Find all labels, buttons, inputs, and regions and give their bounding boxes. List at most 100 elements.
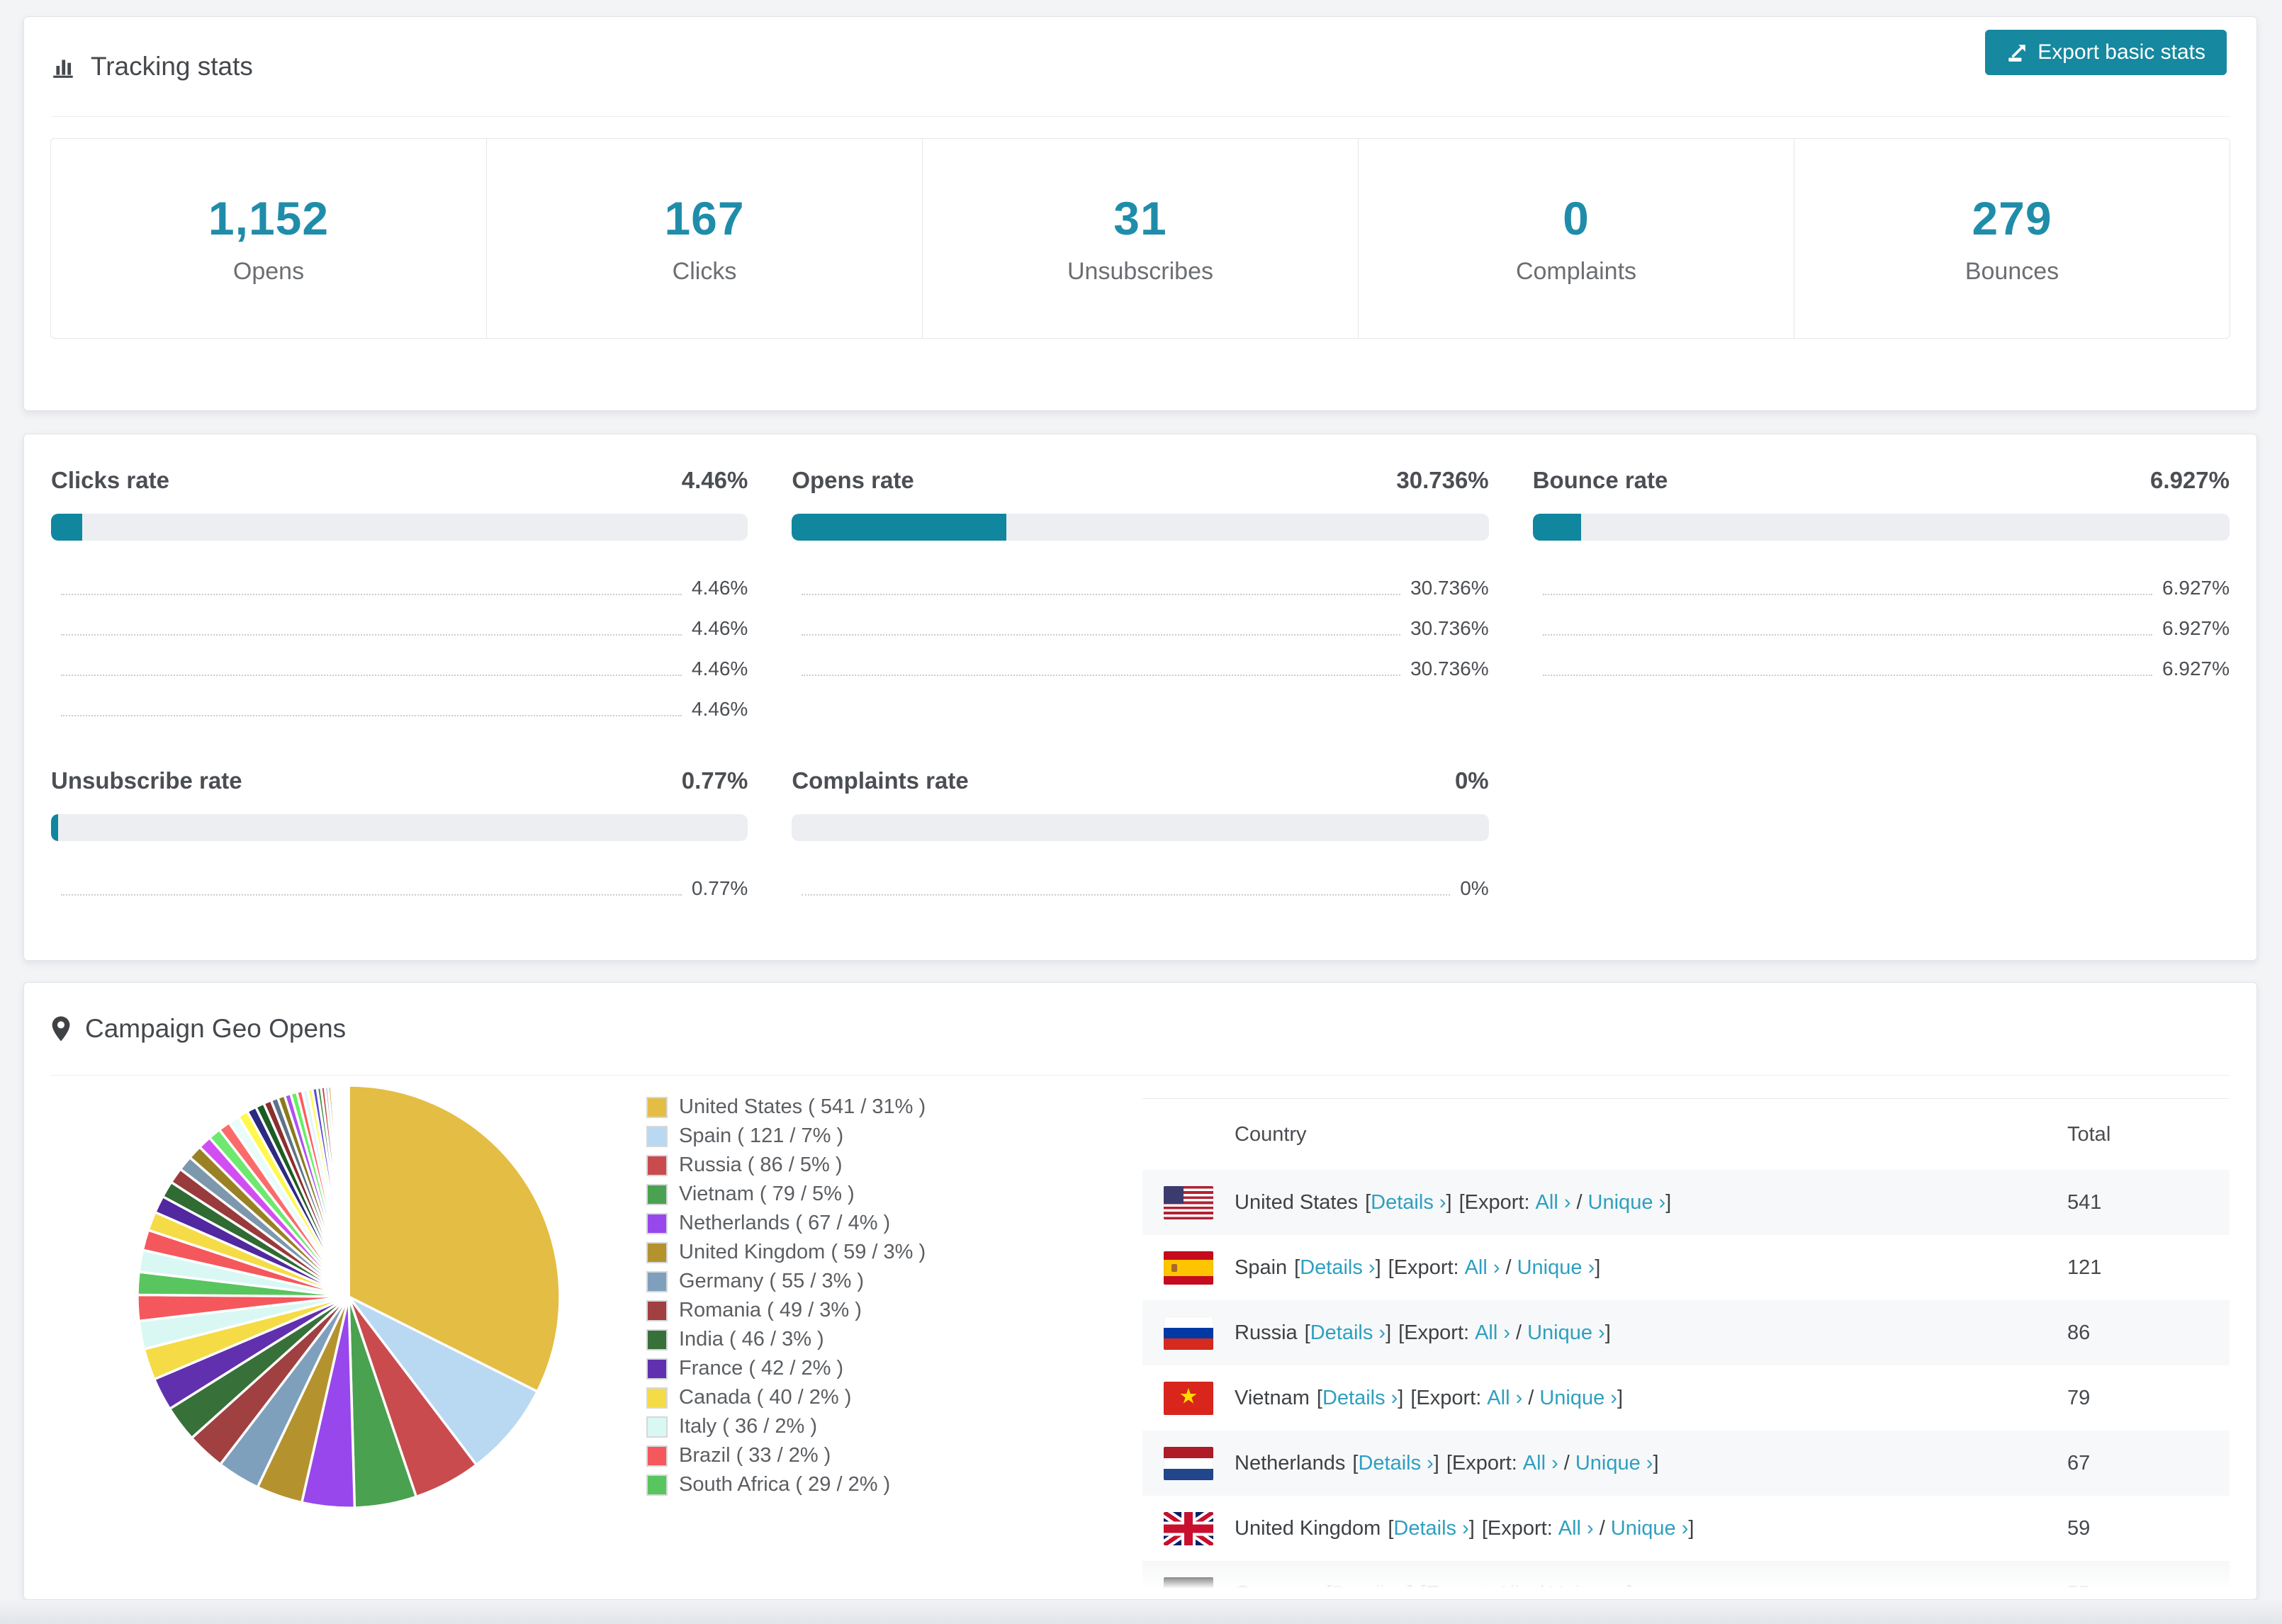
legend-item: Canada ( 40 / 2% ) xyxy=(646,1383,1142,1412)
legend-swatch xyxy=(646,1445,668,1467)
export-all-link[interactable]: All › xyxy=(1523,1452,1558,1475)
progress-bar xyxy=(51,814,748,841)
export-all-link[interactable]: All › xyxy=(1487,1387,1522,1410)
rate-title: Complaints rate xyxy=(792,767,969,794)
table-row: Spain [Details ›] [Export: All › / Unique ›… xyxy=(1142,1235,2230,1300)
rates-grid: Clicks rate 4.46% 4.46% 4.46% 4.46% 4.46… xyxy=(24,434,2256,908)
details-link[interactable]: Details › xyxy=(1310,1321,1386,1345)
dotted-leader xyxy=(61,593,682,595)
legend-swatch xyxy=(646,1387,668,1409)
stat-label: Bounces xyxy=(1965,258,2059,285)
legend-swatch xyxy=(646,1416,668,1438)
details-link[interactable]: Details › xyxy=(1393,1517,1468,1540)
tracking-stats-title: Tracking stats xyxy=(91,52,253,81)
legend-swatch xyxy=(646,1299,668,1321)
legend-item: Vietnam ( 79 / 5% ) xyxy=(646,1180,1142,1209)
legend-label: Brazil ( 33 / 2% ) xyxy=(679,1444,831,1467)
legend-item: France ( 42 / 2% ) xyxy=(646,1354,1142,1383)
rate-value: 0% xyxy=(1454,767,1489,794)
stat-card: 279 Bounces xyxy=(1794,139,2230,338)
export-unique-link[interactable]: Unique › xyxy=(1539,1387,1617,1410)
export-all-link[interactable]: All › xyxy=(1465,1256,1500,1280)
total-cell: 79 xyxy=(2067,1386,2091,1409)
geo-pie-chart[interactable] xyxy=(130,1078,567,1515)
rate-panel: Unsubscribe rate 0.77% 0.77% xyxy=(51,767,748,908)
export-all-link[interactable]: All › xyxy=(1558,1517,1594,1540)
progress-bar xyxy=(1532,514,2230,541)
geo-table: Country Total United States [Details ›] … xyxy=(1142,1098,2230,1600)
stat-value: 167 xyxy=(664,192,745,244)
export-unique-link[interactable]: Unique › xyxy=(1517,1256,1595,1280)
dotted-leader xyxy=(802,633,1401,636)
stat-value: 1,152 xyxy=(208,192,330,244)
legend-label: Russia ( 86 / 5% ) xyxy=(679,1154,843,1176)
progress-fill xyxy=(792,514,1006,541)
legend-swatch xyxy=(646,1270,668,1292)
country-name: United Kingdom xyxy=(1235,1516,1381,1540)
country-name: Spain xyxy=(1235,1256,1288,1279)
rate-panel: Bounce rate 6.927% 6.927% 6.927% 6.927% xyxy=(1532,467,2230,729)
metric-row: 30.736% xyxy=(792,568,1489,608)
stat-card: 31 Unsubscribes xyxy=(923,139,1359,338)
export-prefix: Export: xyxy=(1416,1386,1482,1409)
export-icon xyxy=(2006,42,2028,63)
metric-value: 4.46% xyxy=(691,657,748,680)
export-all-link[interactable]: All › xyxy=(1536,1191,1571,1214)
export-all-link[interactable]: All › xyxy=(1497,1582,1532,1600)
export-unique-link[interactable]: Unique › xyxy=(1575,1452,1653,1475)
export-basic-stats-button[interactable]: Export basic stats xyxy=(1985,30,2227,75)
metric-value: 6.927% xyxy=(2162,657,2230,680)
metric-value: 4.46% xyxy=(691,697,748,720)
details-link[interactable]: Details › xyxy=(1332,1582,1407,1600)
export-unique-link[interactable]: Unique › xyxy=(1549,1582,1627,1600)
bar-chart-icon xyxy=(51,54,77,79)
metric-row: 6.927% xyxy=(1533,608,2230,648)
total-cell: 121 xyxy=(2067,1256,2102,1279)
stat-card: 167 Clicks xyxy=(487,139,923,338)
geo-table-header: Country Total xyxy=(1142,1099,2230,1170)
dotted-leader xyxy=(1542,593,2153,595)
metric-row: 4.46% xyxy=(51,648,748,689)
rate-panel: Clicks rate 4.46% 4.46% 4.46% 4.46% 4.46… xyxy=(51,467,748,729)
metric-row: 6.927% xyxy=(1533,568,2230,608)
column-header-country: Country xyxy=(1235,1122,1307,1146)
export-unique-link[interactable]: Unique › xyxy=(1588,1191,1666,1214)
stat-card: 1,152 Opens xyxy=(51,139,487,338)
rate-value: 6.927% xyxy=(2150,467,2230,493)
country-flag-icon xyxy=(1164,1381,1213,1415)
legend-label: Netherlands ( 67 / 4% ) xyxy=(679,1212,891,1234)
total-cell: 541 xyxy=(2067,1190,2102,1214)
legend-item: United States ( 541 / 31% ) xyxy=(646,1093,1142,1122)
rate-value: 0.77% xyxy=(681,767,748,794)
export-unique-link[interactable]: Unique › xyxy=(1611,1517,1689,1540)
details-link[interactable]: Details › xyxy=(1371,1191,1446,1214)
stat-label: Clicks xyxy=(672,258,737,285)
geo-body: United States ( 541 / 31% ) Spain ( 121 … xyxy=(24,1076,2256,1600)
map-pin-icon xyxy=(51,1015,71,1042)
metric-row: 30.736% xyxy=(792,608,1489,648)
details-link[interactable]: Details › xyxy=(1300,1256,1375,1280)
export-all-link[interactable]: All › xyxy=(1475,1321,1510,1345)
export-prefix: Export: xyxy=(1393,1256,1459,1279)
legend-item: India ( 46 / 3% ) xyxy=(646,1325,1142,1354)
details-link[interactable]: Details › xyxy=(1358,1452,1433,1475)
details-link[interactable]: Details › xyxy=(1322,1387,1398,1410)
geo-legend: United States ( 541 / 31% ) Spain ( 121 … xyxy=(646,1076,1142,1599)
legend-item: Netherlands ( 67 / 4% ) xyxy=(646,1209,1142,1238)
campaign-stats-page: { "colors": { "accent": "#16889f", "bar_… xyxy=(0,0,2282,1624)
progress-bar xyxy=(792,514,1489,541)
progress-bar xyxy=(792,814,1489,841)
export-unique-link[interactable]: Unique › xyxy=(1527,1321,1605,1345)
tracking-stats-card: Tracking stats Export basic stats 1,152 … xyxy=(23,16,2257,411)
legend-item: Spain ( 121 / 7% ) xyxy=(646,1122,1142,1151)
total-cell: 67 xyxy=(2067,1451,2091,1474)
pie-slice[interactable] xyxy=(347,1084,350,1298)
geo-pie-wrap xyxy=(51,1076,646,1599)
legend-label: Vietnam ( 79 / 5% ) xyxy=(679,1183,855,1205)
rate-value: 4.46% xyxy=(681,467,748,493)
dotted-leader xyxy=(802,674,1401,676)
legend-label: France ( 42 / 2% ) xyxy=(679,1357,844,1380)
legend-item: Brazil ( 33 / 2% ) xyxy=(646,1441,1142,1470)
rate-panel: Complaints rate 0% 0% xyxy=(792,767,1489,908)
page-bottom-shade xyxy=(0,1600,2282,1624)
